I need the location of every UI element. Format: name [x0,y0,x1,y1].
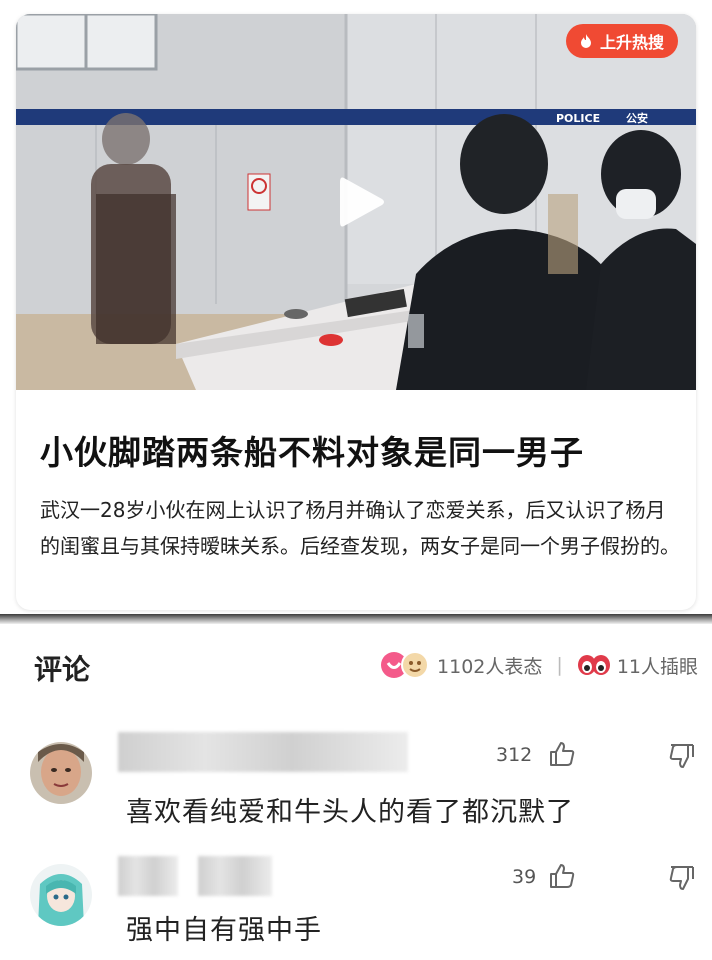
eyes-count: 11人插眼 [616,655,698,678]
avatar[interactable] [30,864,92,926]
username-redacted [118,856,178,896]
thumbs-down-icon[interactable] [668,864,696,892]
comments-header: 评论 1102人表态 | 11人插眼 [0,624,712,702]
article-headline[interactable]: 小伙脚踏两条船不料对象是同一男子 [40,426,680,474]
police-tape-text: POLICE [556,112,600,125]
thumbs-up-icon[interactable] [548,740,576,768]
comment-text: 喜欢看纯爱和牛头人的看了都沉默了 [126,797,574,828]
news-card[interactable]: POLICE 公安 上升热搜 小伙脚踏两条船不料对象是同一男子 武汉一28岁小伙… [16,14,696,610]
comments-title: 评论 [34,653,91,686]
comment-item[interactable]: 312 喜欢看纯爱和牛头人的看了都沉默了 [0,718,712,838]
trending-badge-label: 上升热搜 [599,33,664,52]
article-summary: 武汉一28岁小伙在网上认识了杨月并确认了恋爱关系，后又认识了杨月的闺蜜且与其保持… [40,498,680,558]
reaction-emoji-icons [379,650,431,680]
play-icon[interactable] [338,174,386,230]
comment-text: 强中自有强中手 [126,915,322,946]
police-tape-cn-text: 公安 [626,111,648,125]
comment-item[interactable]: 39 强中自有强中手 [0,842,712,960]
user-avatar-image [30,742,92,804]
video-thumbnail[interactable]: POLICE 公安 上升热搜 [16,14,696,390]
reactions-count: 1102人表态 [437,655,543,678]
thumbs-down-icon[interactable] [668,742,696,770]
reactions-summary[interactable]: 1102人表态 | 11人插眼 [379,650,698,680]
flame-icon [580,34,591,48]
reaction-faces-icon [381,651,430,679]
reactions-separator: | [556,654,563,676]
avatar[interactable] [30,742,92,804]
eyes-icon [577,655,610,675]
thumbs-up-icon[interactable] [548,862,576,890]
like-count: 312 [496,744,533,766]
username-redacted [198,856,272,896]
section-divider [0,614,712,624]
trending-badge[interactable]: 上升热搜 [565,24,678,58]
like-count: 39 [512,866,537,888]
username-redacted [118,732,408,772]
user-avatar-image [30,864,92,926]
